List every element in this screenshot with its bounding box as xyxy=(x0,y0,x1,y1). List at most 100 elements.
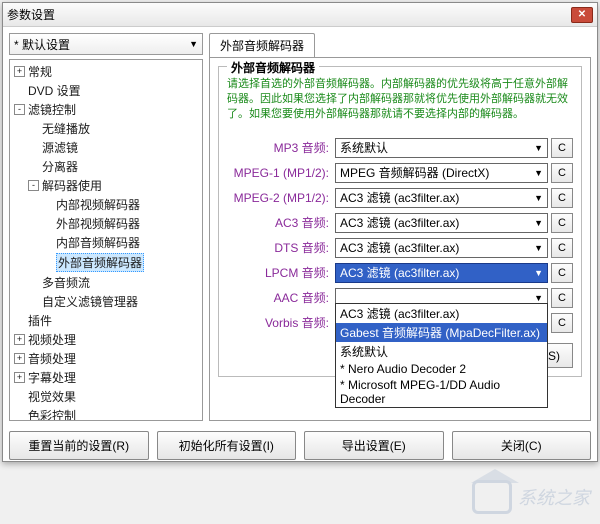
tree-node-label[interactable]: 外部音频解码器 xyxy=(56,253,144,272)
tree-node[interactable]: +分离器 xyxy=(10,157,202,176)
decoder-row-mpeg1: MPEG-1 (MP1/2):MPEG 音频解码器 (DirectX)▼C xyxy=(227,163,573,183)
row-label: DTS 音频: xyxy=(227,239,335,256)
clear-button[interactable]: C xyxy=(551,213,573,233)
tree-node-label[interactable]: 字幕处理 xyxy=(28,369,76,386)
tree-node[interactable]: +自定义滤镜管理器 xyxy=(10,292,202,311)
tree-node[interactable]: +外部音频解码器 xyxy=(10,252,202,273)
decoder-row-mp3: MP3 音频: 系统默认 ▼ C xyxy=(227,138,573,158)
tab-external-audio-decoder[interactable]: 外部音频解码器 xyxy=(209,33,315,57)
tree-node[interactable]: +多音频流 xyxy=(10,273,202,292)
tree-node-label[interactable]: 解码器使用 xyxy=(42,177,102,194)
tree-node-label[interactable]: 内部音频解码器 xyxy=(56,234,140,251)
tree-node[interactable]: -解码器使用 xyxy=(10,176,202,195)
tree-node[interactable]: +源滤镜 xyxy=(10,138,202,157)
tree-node[interactable]: +视觉效果 xyxy=(10,387,202,406)
clear-button[interactable]: C xyxy=(551,263,573,283)
clear-button[interactable]: C xyxy=(551,163,573,183)
dropdown-option[interactable]: * Microsoft MPEG-1/DD Audio Decoder xyxy=(336,377,547,407)
select-value: AC3 滤镜 (ac3filter.ax) xyxy=(340,214,459,231)
tree-node-label[interactable]: 视频处理 xyxy=(28,331,76,348)
tree-node-label[interactable]: 滤镜控制 xyxy=(28,101,76,118)
tree-node-label[interactable]: 多音频流 xyxy=(42,274,90,291)
clear-button[interactable]: C xyxy=(551,288,573,308)
tree-node-label[interactable]: 视觉效果 xyxy=(28,388,76,405)
tree-node[interactable]: +DVD 设置 xyxy=(10,81,202,100)
collapse-icon[interactable]: - xyxy=(28,180,39,191)
expand-icon[interactable]: + xyxy=(14,66,25,77)
decoder-row-mpeg2: MPEG-2 (MP1/2): AC3 滤镜 (ac3filter.ax) ▼ C xyxy=(227,188,573,208)
chevron-down-icon: ▼ xyxy=(189,39,198,49)
decoder-select-mpeg2[interactable]: AC3 滤镜 (ac3filter.ax) ▼ xyxy=(335,188,548,208)
select-value: AC3 滤镜 (ac3filter.ax) xyxy=(340,264,459,281)
watermark: 系统之家 xyxy=(472,480,590,514)
row-label: MP3 音频: xyxy=(227,139,335,156)
select-value: AC3 滤镜 (ac3filter.ax) xyxy=(340,239,459,256)
row-label: Vorbis 音频: xyxy=(227,314,335,331)
tree-node-label[interactable]: 分离器 xyxy=(42,158,78,175)
export-button[interactable]: 导出设置(E) xyxy=(304,431,444,460)
select-value: MPEG 音频解码器 (DirectX) xyxy=(340,164,489,181)
tree-node-label[interactable]: 无缝播放 xyxy=(42,120,90,137)
preset-label: * 默认设置 xyxy=(14,36,70,53)
tree-node[interactable]: +色彩控制 xyxy=(10,406,202,421)
tree-node-label[interactable]: DVD 设置 xyxy=(28,82,81,99)
select-value: AC3 滤镜 (ac3filter.ax) xyxy=(340,189,459,206)
collapse-icon[interactable]: - xyxy=(14,104,25,115)
decoder-row-lpcm: LPCM 音频:AC3 滤镜 (ac3filter.ax)▼C AC3 滤镜 (a… xyxy=(227,263,573,283)
close-button[interactable]: 关闭(C) xyxy=(452,431,592,460)
house-icon xyxy=(472,480,512,514)
tree-node[interactable]: +内部音频解码器 xyxy=(10,233,202,252)
group-legend: 外部音频解码器 xyxy=(227,59,319,76)
tree-node-label[interactable]: 色彩控制 xyxy=(28,407,76,421)
preset-dropdown[interactable]: * 默认设置 ▼ xyxy=(9,33,203,55)
dropdown-option[interactable]: AC3 滤镜 (ac3filter.ax) xyxy=(336,304,547,323)
dropdown-option[interactable]: * Nero Audio Decoder 2 xyxy=(336,361,547,377)
clear-button[interactable]: C xyxy=(551,313,573,333)
clear-button[interactable]: C xyxy=(551,188,573,208)
clear-button[interactable]: C xyxy=(551,138,573,158)
dropdown-option[interactable]: 系统默认 xyxy=(336,342,547,361)
decoder-select-ac3[interactable]: AC3 滤镜 (ac3filter.ax) ▼ xyxy=(335,213,548,233)
decoder-select-lpcm[interactable]: AC3 滤镜 (ac3filter.ax)▼ xyxy=(335,263,548,283)
expand-icon[interactable]: + xyxy=(14,353,25,364)
init-all-button[interactable]: 初始化所有设置(I) xyxy=(157,431,297,460)
decoder-dropdown-list[interactable]: AC3 滤镜 (ac3filter.ax)Gabest 音频解码器 (MpaDe… xyxy=(335,303,548,408)
tree-node-label[interactable]: 源滤镜 xyxy=(42,139,78,156)
window-close-button[interactable]: ✕ xyxy=(571,7,593,23)
row-label: MPEG-2 (MP1/2): xyxy=(227,191,335,205)
tree-node-label[interactable]: 自定义滤镜管理器 xyxy=(42,293,138,310)
tree-node-label[interactable]: 常规 xyxy=(28,63,52,80)
tree-node[interactable]: +无缝播放 xyxy=(10,119,202,138)
tree-node[interactable]: +插件 xyxy=(10,311,202,330)
decoder-row-dts: DTS 音频:AC3 滤镜 (ac3filter.ax)▼C xyxy=(227,238,573,258)
settings-tree[interactable]: +常规+DVD 设置-滤镜控制+无缝播放+源滤镜+分离器-解码器使用+内部视频解… xyxy=(9,59,203,421)
expand-icon[interactable]: + xyxy=(14,372,25,383)
reset-current-button[interactable]: 重置当前的设置(R) xyxy=(9,431,149,460)
tree-node-label[interactable]: 内部视频解码器 xyxy=(56,196,140,213)
tree-node[interactable]: +音频处理 xyxy=(10,349,202,368)
tree-node[interactable]: -滤镜控制 xyxy=(10,100,202,119)
decoder-select-mp3[interactable]: 系统默认 ▼ xyxy=(335,138,548,158)
select-value: 系统默认 xyxy=(340,139,388,156)
tree-node[interactable]: +字幕处理 xyxy=(10,368,202,387)
window-title: 参数设置 xyxy=(7,6,571,23)
row-label: AAC 音频: xyxy=(227,289,335,306)
decoder-select-mpeg1[interactable]: MPEG 音频解码器 (DirectX) ▼ xyxy=(335,163,548,183)
decoder-select-dts[interactable]: AC3 滤镜 (ac3filter.ax)▼ xyxy=(335,238,548,258)
chevron-down-icon: ▼ xyxy=(534,218,543,228)
tree-node-label[interactable]: 音频处理 xyxy=(28,350,76,367)
expand-icon[interactable]: + xyxy=(14,334,25,345)
row-label: LPCM 音频: xyxy=(227,264,335,281)
tree-node[interactable]: +内部视频解码器 xyxy=(10,195,202,214)
chevron-down-icon: ▼ xyxy=(534,193,543,203)
chevron-down-icon: ▼ xyxy=(534,168,543,178)
tree-node[interactable]: +常规 xyxy=(10,62,202,81)
tree-node[interactable]: +外部视频解码器 xyxy=(10,214,202,233)
help-text: 请选择首选的外部音频解码器。内部解码器的优先级将高于任意外部解码器。因此如果您选… xyxy=(227,77,573,122)
clear-button[interactable]: C xyxy=(551,238,573,258)
tree-node-label[interactable]: 外部视频解码器 xyxy=(56,215,140,232)
dropdown-option[interactable]: Gabest 音频解码器 (MpaDecFilter.ax) xyxy=(336,323,547,342)
tree-node-label[interactable]: 插件 xyxy=(28,312,52,329)
chevron-down-icon: ▼ xyxy=(534,143,543,153)
tree-node[interactable]: +视频处理 xyxy=(10,330,202,349)
